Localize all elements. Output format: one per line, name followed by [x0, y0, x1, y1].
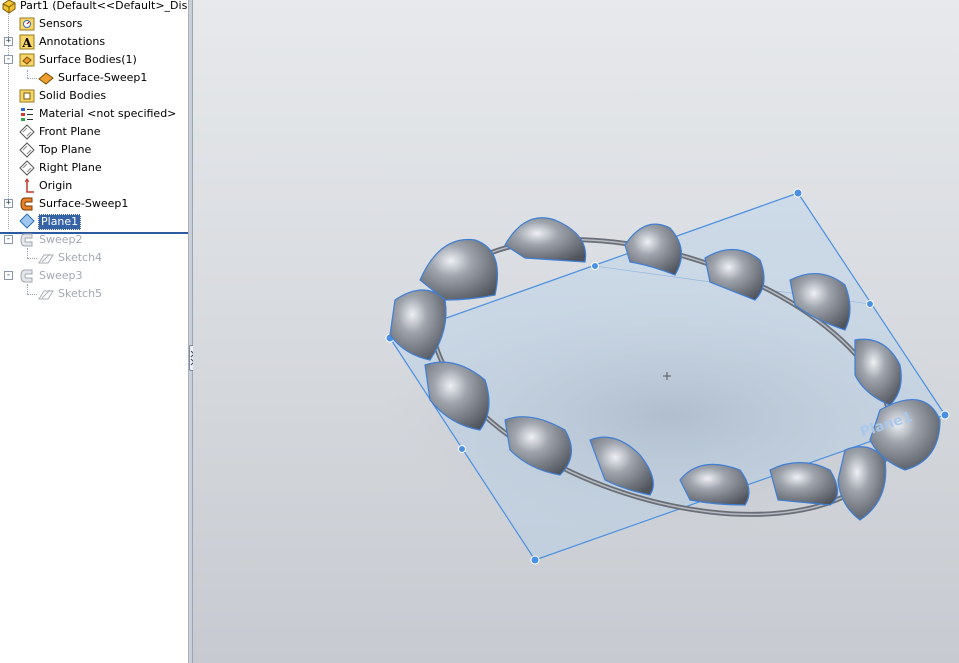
plane-handle[interactable] [530, 555, 540, 565]
graphics-viewport[interactable]: Plane1 [193, 0, 959, 663]
tree-connector [27, 78, 37, 79]
tree-item-label: Annotations [39, 35, 106, 48]
tree-item-label-selected: Plane1 [38, 214, 82, 230]
expand-icon[interactable]: + [4, 37, 13, 46]
plane-icon [19, 142, 35, 158]
surface-body-icon [38, 72, 54, 85]
tree-item-label: Surface-Sweep1 [39, 197, 129, 210]
origin-icon [24, 178, 34, 193]
plane-handle[interactable] [591, 262, 599, 270]
collapse-icon[interactable]: - [4, 235, 13, 244]
plane-handle[interactable] [793, 188, 803, 198]
collapse-icon[interactable]: - [4, 55, 13, 64]
collapse-icon[interactable]: - [4, 271, 13, 280]
feature-manager-tree: Part1 (Default<<Default>_Display Sensors… [0, 0, 189, 663]
plane-icon [19, 124, 35, 140]
plane-icon [19, 160, 35, 176]
tree-item-label: Surface Bodies(1) [39, 53, 137, 66]
tree-item-label: Sensors [39, 17, 83, 30]
tree-item-label: Sweep2 [39, 233, 83, 246]
sensors-folder-icon [19, 17, 35, 31]
tree-connector [8, 14, 9, 229]
plane-handle[interactable] [940, 410, 950, 420]
expand-icon[interactable]: + [4, 199, 13, 208]
tree-item-label: Top Plane [39, 143, 92, 156]
material-icon [21, 108, 33, 121]
plane-handle[interactable] [866, 300, 874, 308]
part-icon [2, 0, 16, 14]
tree-connector [27, 70, 28, 78]
tree-item-label: Right Plane [39, 161, 102, 174]
tree-item-label: Solid Bodies [39, 89, 107, 102]
solid-bodies-folder-icon [19, 89, 35, 103]
tree-connector [27, 248, 28, 258]
plane-handle[interactable] [458, 445, 466, 453]
plane-icon [19, 213, 35, 229]
tree-connector [27, 258, 37, 259]
annotations-icon: A [19, 34, 35, 50]
tree-connector [27, 284, 28, 294]
sweep-feature-icon [20, 233, 33, 247]
tree-connector [27, 294, 37, 295]
sweep-feature-icon [20, 197, 33, 211]
tree-item-label: Sweep3 [39, 269, 83, 282]
tree-root-label: Part1 (Default<<Default>_Display [20, 0, 188, 12]
tree-item-label: Front Plane [39, 125, 101, 138]
sweep-feature-icon [20, 269, 33, 283]
tree-item-label: Sketch5 [58, 287, 103, 300]
sketch-icon [38, 253, 54, 264]
tree-item-label: Sketch4 [58, 251, 103, 264]
sketch-icon [38, 289, 54, 300]
tree-item-label: Origin [39, 179, 73, 192]
svg-text:A: A [21, 36, 32, 50]
surface-bodies-folder-icon [19, 53, 35, 67]
tree-item-label: Material <not specified> [39, 107, 177, 120]
tree-item-label: Surface-Sweep1 [58, 71, 148, 84]
